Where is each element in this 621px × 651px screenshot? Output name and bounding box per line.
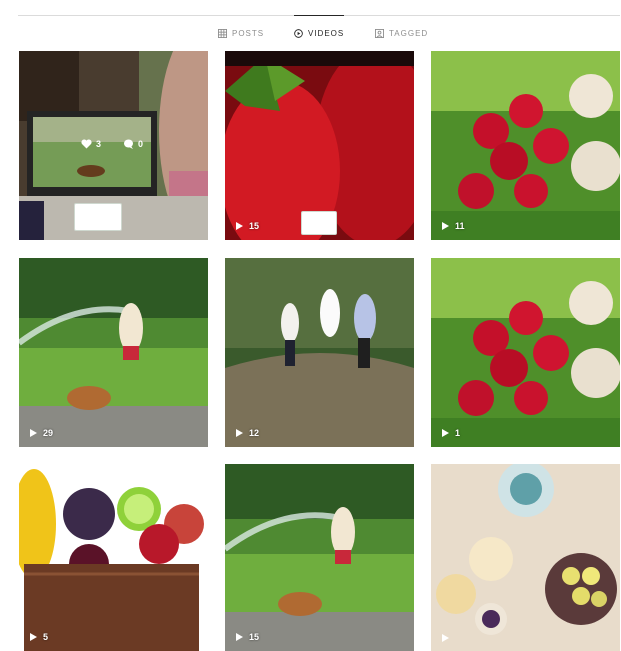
video-thumbnail	[19, 464, 208, 651]
video-tile-fruit-basket[interactable]: 5	[19, 464, 208, 651]
video-tile-park-running[interactable]: 12	[225, 258, 414, 447]
view-count-value: 5	[43, 632, 49, 642]
likes-count: 3	[81, 139, 101, 149]
video-tile-radishes-2[interactable]: 1	[431, 258, 620, 447]
view-count: 5	[30, 632, 48, 642]
play-icon	[442, 429, 449, 437]
watermark-logo	[74, 203, 122, 231]
watermark-logo	[301, 211, 337, 235]
play-icon	[30, 429, 37, 437]
video-thumbnail	[431, 464, 620, 651]
tag-icon	[375, 28, 384, 38]
view-count-value: 1	[455, 428, 461, 438]
hover-stats: 3 0	[81, 139, 143, 149]
play-icon	[236, 222, 243, 230]
video-thumbnail	[431, 51, 620, 240]
tab-posts[interactable]: POSTS	[218, 15, 264, 51]
view-count: 15	[236, 632, 259, 642]
tab-tagged-label: TAGGED	[389, 28, 429, 38]
profile-tabs: POSTS VIDEOS TAGGED	[0, 15, 621, 51]
video-thumbnail	[19, 258, 208, 447]
view-count	[442, 634, 455, 642]
video-thumbnail	[225, 258, 414, 447]
video-thumbnail	[431, 258, 620, 447]
video-thumbnail	[225, 464, 414, 651]
video-tile-sprinkler-dog[interactable]: 29	[19, 258, 208, 447]
play-icon	[236, 429, 243, 437]
play-icon	[442, 634, 449, 642]
comments-count: 0	[123, 139, 143, 149]
view-count-value: 15	[249, 221, 260, 231]
tab-videos-label: VIDEOS	[308, 29, 345, 38]
view-count: 29	[30, 428, 53, 438]
play-icon	[442, 222, 449, 230]
comment-icon	[124, 139, 134, 149]
video-tile-radishes[interactable]: 11	[431, 51, 620, 240]
video-tile-sprinkler-dog-2[interactable]: 15	[225, 464, 414, 651]
heart-icon	[81, 139, 92, 149]
view-count: 15	[236, 221, 259, 231]
tab-posts-label: POSTS	[232, 28, 265, 38]
video-tile-table-spread[interactable]	[431, 464, 620, 651]
view-count-value: 15	[249, 632, 260, 642]
play-icon	[30, 633, 37, 641]
video-tile-laptop-deer[interactable]: 3 0	[19, 51, 208, 240]
view-count-value: 29	[43, 428, 54, 438]
video-tile-strawberry[interactable]: 15	[225, 51, 414, 240]
video-icon	[294, 29, 303, 38]
tab-tagged[interactable]: TAGGED	[375, 15, 428, 51]
video-grid: 3 0 15 11 29 12 1 5 15	[19, 51, 620, 651]
grid-icon	[218, 28, 227, 38]
tab-videos[interactable]: VIDEOS	[294, 15, 345, 51]
view-count-value: 11	[455, 221, 465, 231]
play-icon	[236, 633, 243, 641]
view-count: 12	[236, 428, 259, 438]
view-count-value: 12	[249, 428, 260, 438]
view-count: 11	[442, 221, 465, 231]
view-count: 1	[442, 428, 460, 438]
